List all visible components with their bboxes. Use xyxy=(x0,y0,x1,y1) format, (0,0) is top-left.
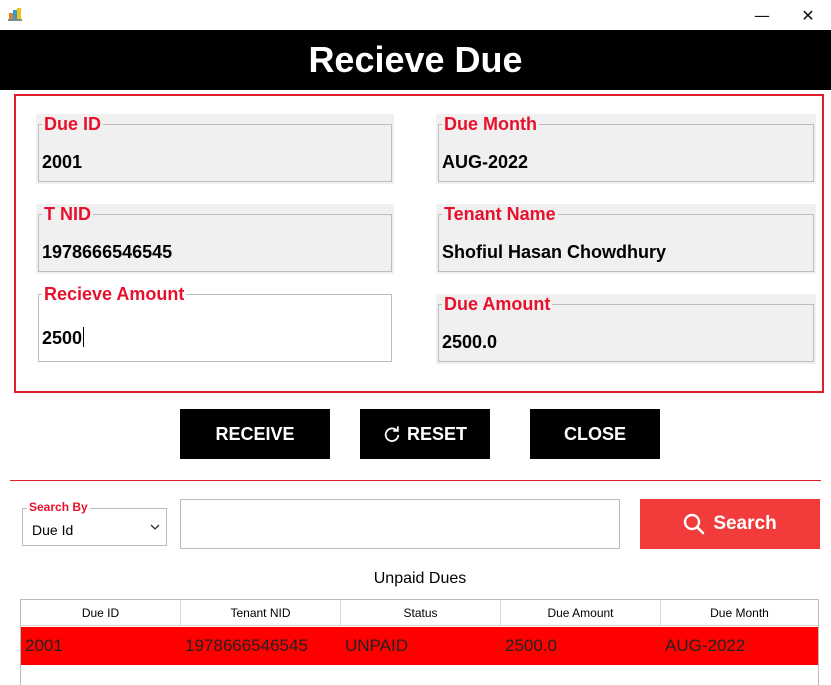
refresh-icon xyxy=(384,426,400,442)
section-divider xyxy=(10,480,821,481)
column-header-tenant-nid[interactable]: Tenant NID xyxy=(181,600,341,625)
reset-button-label: RESET xyxy=(406,423,467,444)
tenant-name-label: Tenant Name xyxy=(442,204,558,224)
column-header-due-id[interactable]: Due ID xyxy=(21,600,181,625)
column-header-status[interactable]: Status xyxy=(341,600,501,625)
due-amount-value: 2500.0 xyxy=(442,332,498,352)
app-icon xyxy=(8,8,22,21)
due-month-value: AUG-2022 xyxy=(442,152,529,172)
due-id-field[interactable]: Due ID 2001 xyxy=(36,114,394,184)
due-amount-label: Due Amount xyxy=(442,294,553,314)
search-button[interactable]: Search xyxy=(640,499,820,549)
title-bar: — ✕ xyxy=(0,0,831,30)
unpaid-dues-table[interactable]: Due ID Tenant NID Status Due Amount Due … xyxy=(20,599,819,685)
due-month-field[interactable]: Due Month AUG-2022 xyxy=(436,114,816,184)
chevron-down-icon xyxy=(150,524,160,530)
column-header-due-amount[interactable]: Due Amount xyxy=(501,600,661,625)
search-by-select[interactable]: Search By Due Id xyxy=(22,500,167,546)
cell-tenant-nid: 1978666546545 xyxy=(185,636,308,655)
t-nid-value: 1978666546545 xyxy=(42,242,173,262)
cell-due-month: AUG-2022 xyxy=(665,636,746,655)
due-form-panel: Due ID 2001 Due Month AUG-2022 T NID 197… xyxy=(14,94,824,393)
t-nid-label: T NID xyxy=(42,204,93,224)
table-row[interactable]: 2001 1978666546545 UNPAID 2500.0 AUG-202… xyxy=(21,627,818,665)
receive-button-label: RECEIVE xyxy=(215,423,295,444)
receive-amount-field[interactable]: Recieve Amount 2500 xyxy=(36,284,394,364)
search-by-value: Due Id xyxy=(32,522,74,538)
tenant-name-field[interactable]: Tenant Name Shofiul Hasan Chowdhury xyxy=(436,204,816,274)
table-header: Due ID Tenant NID Status Due Amount Due … xyxy=(21,600,818,626)
due-id-value: 2001 xyxy=(42,152,83,172)
search-button-label: Search xyxy=(713,513,777,534)
page-title: Recieve Due xyxy=(308,39,523,80)
search-icon xyxy=(684,513,705,535)
cell-due-amount: 2500.0 xyxy=(505,636,557,655)
receive-due-window: — ✕ Recieve Due Due ID 2001 Due Month AU… xyxy=(0,0,831,685)
column-header-due-month[interactable]: Due Month xyxy=(661,600,818,625)
minimize-button[interactable]: — xyxy=(739,0,785,30)
due-amount-field[interactable]: Due Amount 2500.0 xyxy=(436,294,816,364)
text-caret xyxy=(83,327,85,347)
close-button[interactable]: CLOSE xyxy=(530,409,660,459)
reset-button[interactable]: RESET xyxy=(360,409,490,459)
t-nid-field[interactable]: T NID 1978666546545 xyxy=(36,204,394,274)
close-button-label: CLOSE xyxy=(563,423,626,444)
due-id-label: Due ID xyxy=(42,114,104,134)
receive-amount-input[interactable]: 2500 xyxy=(42,327,85,348)
close-window-button[interactable]: ✕ xyxy=(785,0,831,30)
search-input[interactable] xyxy=(180,499,620,549)
search-by-label: Search By xyxy=(27,500,90,514)
cell-status: UNPAID xyxy=(345,636,408,655)
tenant-name-value: Shofiul Hasan Chowdhury xyxy=(442,242,667,262)
cell-due-id: 2001 xyxy=(25,636,63,655)
receive-amount-label: Recieve Amount xyxy=(42,284,187,304)
page-header: Recieve Due xyxy=(0,30,831,90)
table-title: Unpaid Dues xyxy=(373,570,467,587)
due-month-label: Due Month xyxy=(442,114,539,134)
receive-button[interactable]: RECEIVE xyxy=(180,409,330,459)
